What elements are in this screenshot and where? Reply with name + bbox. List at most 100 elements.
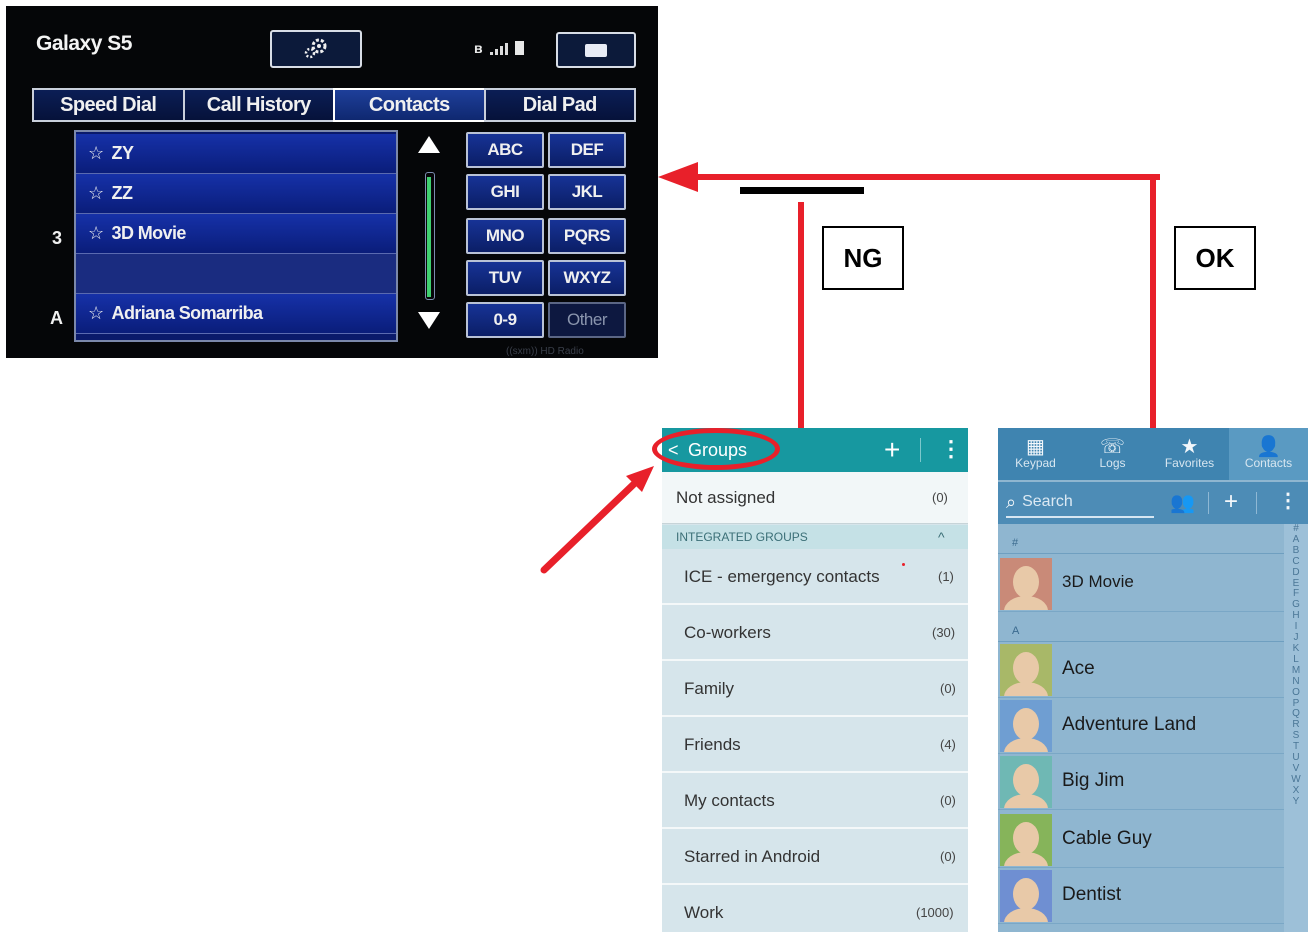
chevron-up-icon[interactable]: ^ [938, 525, 945, 549]
group-row[interactable]: Friends (4) [662, 717, 968, 773]
list-item[interactable]: ☆ Adriana Somarriba [76, 294, 396, 334]
ok-label: OK [1174, 226, 1256, 290]
contacts-screen: ▦ Keypad ☏ Logs ★ Favorites 👤 Contacts ⌕… [998, 428, 1308, 932]
section-header-hash: # [998, 532, 1284, 554]
group-name: Friends [684, 735, 741, 754]
divider [1256, 492, 1257, 514]
star-icon: ☆ [88, 143, 104, 163]
keypad-icon: ▦ [1026, 436, 1045, 458]
scroll-track[interactable] [425, 172, 435, 300]
alphabet-letter[interactable]: C [1292, 556, 1299, 568]
group-icon[interactable]: 👥 [1170, 490, 1195, 515]
tab-call-history[interactable]: Call History [182, 88, 335, 122]
tab-label: Keypad [1015, 456, 1056, 470]
scroll-thumb[interactable] [427, 177, 431, 297]
key-abc[interactable]: ABC [466, 132, 544, 168]
add-group-button[interactable]: + [884, 434, 900, 466]
key-other[interactable]: Other [548, 302, 626, 338]
group-row[interactable]: ICE - emergency contacts (1) [662, 549, 968, 605]
red-dot [902, 563, 905, 566]
group-row-not-assigned[interactable]: Not assigned (0) [662, 472, 968, 524]
alphabet-letter[interactable]: O [1292, 687, 1300, 699]
key-0-9[interactable]: 0-9 [466, 302, 544, 338]
arrowhead-icon [658, 162, 698, 192]
group-row[interactable]: Work (1000) [662, 885, 968, 932]
key-def[interactable]: DEF [548, 132, 626, 168]
group-name: ICE - emergency contacts [684, 567, 880, 586]
group-row[interactable]: Starred in Android (0) [662, 829, 968, 885]
group-count: (0) [940, 849, 956, 864]
contact-list: ☆ ZY ☆ ZZ ☆ 3D Movie ☆ Adriana Somarriba [74, 130, 398, 342]
star-icon: ☆ [88, 223, 104, 243]
tab-contacts[interactable]: Contacts [333, 88, 486, 122]
contact-name: 3D Movie [1062, 572, 1134, 591]
contact-name: Cable Guy [1062, 828, 1152, 849]
key-wxyz[interactable]: WXYZ [548, 260, 626, 296]
ok-connector-vertical [1150, 174, 1156, 428]
alphabet-letter[interactable]: N [1292, 676, 1299, 688]
tab-favorites[interactable]: ★ Favorites [1152, 428, 1227, 480]
tab-keypad[interactable]: ▦ Keypad [998, 428, 1073, 480]
list-item[interactable]: ☆ ZZ [76, 174, 396, 214]
key-tuv[interactable]: TUV [466, 260, 544, 296]
key-ghi[interactable]: GHI [466, 174, 544, 210]
star-icon: ☆ [88, 183, 104, 203]
bluetooth-icon: ʙ [474, 40, 483, 56]
key-jkl[interactable]: JKL [548, 174, 626, 210]
tab-label: Logs [1099, 456, 1126, 470]
list-item[interactable]: ☆ 3D Movie [76, 214, 396, 254]
section-title: INTEGRATED GROUPS [676, 530, 808, 544]
group-row[interactable]: Family (0) [662, 661, 968, 717]
section-header[interactable]: INTEGRATED GROUPS ^ [662, 525, 968, 549]
contact-name: Ace [1062, 658, 1095, 679]
triangle-down-icon[interactable] [418, 312, 440, 329]
divider [1208, 492, 1209, 514]
contact-name: ZZ [111, 183, 133, 203]
avatar [1000, 756, 1052, 808]
contact-row[interactable]: Cable Guy [998, 812, 1284, 868]
group-row[interactable]: My contacts (0) [662, 773, 968, 829]
alphabet-index[interactable]: # A B C D E F G H I J K L M N O P Q R S T U V W X Y [1284, 523, 1308, 932]
index-letter: A [50, 308, 63, 328]
settings-button[interactable] [270, 30, 362, 68]
contact-name: Dentist [1062, 884, 1122, 905]
group-name: Not assigned [676, 488, 776, 507]
contact-row[interactable]: Big Jim [998, 754, 1284, 810]
ng-label: NG [822, 226, 904, 290]
more-options-icon[interactable]: ⋮ [1278, 488, 1298, 513]
search-input[interactable]: ⌕ Search [1006, 488, 1154, 518]
group-row[interactable]: Co-workers (30) [662, 605, 968, 661]
avatar [1000, 558, 1052, 610]
alphabet-letter[interactable]: D [1292, 567, 1299, 579]
key-mno[interactable]: MNO [466, 218, 544, 254]
tab-dial-pad[interactable]: Dial Pad [483, 88, 636, 122]
group-count: (0) [940, 681, 956, 696]
more-options-icon[interactable]: ⋮ [940, 436, 962, 462]
ng-block-bar [740, 187, 864, 194]
phone-tabs: Speed Dial Call History Contacts Dial Pa… [32, 88, 636, 122]
group-count: (0) [940, 793, 956, 808]
add-contact-button[interactable]: + [1224, 488, 1238, 516]
ng-connector-vertical [798, 202, 804, 428]
contact-row[interactable]: Dentist [998, 868, 1284, 924]
list-item[interactable]: ☆ ZY [76, 134, 396, 174]
contact-row[interactable]: Ace [998, 642, 1284, 698]
key-pqrs[interactable]: PQRS [548, 218, 626, 254]
list-scrollbar[interactable] [416, 136, 442, 336]
star-icon: ☆ [88, 303, 104, 323]
message-button[interactable] [556, 32, 636, 68]
contact-name: ZY [111, 143, 134, 163]
tab-logs[interactable]: ☏ Logs [1075, 428, 1150, 480]
tab-contacts[interactable]: 👤 Contacts [1229, 428, 1308, 480]
tab-label: Favorites [1164, 456, 1215, 470]
list-item[interactable] [76, 254, 396, 294]
group-count: (4) [940, 737, 956, 752]
tab-label: Contacts [1244, 456, 1293, 470]
gear-icon [304, 38, 327, 59]
tab-speed-dial[interactable]: Speed Dial [32, 88, 185, 122]
group-name: Family [684, 679, 735, 698]
triangle-up-icon[interactable] [418, 136, 440, 153]
contact-row[interactable]: Adventure Land [998, 698, 1284, 754]
contact-row[interactable]: 3D Movie [998, 556, 1284, 612]
alphabet-letter[interactable]: Y [1293, 796, 1300, 808]
